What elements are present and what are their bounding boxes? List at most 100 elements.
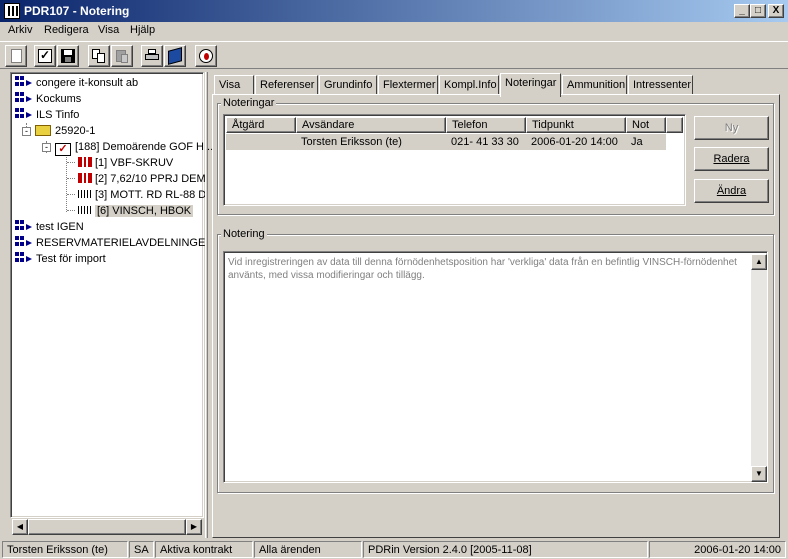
tree-item[interactable]: [1] VBF-SKRUV [67, 156, 173, 170]
cell-tidpunkt: 2006-01-20 14:00 [531, 136, 618, 148]
tree-item[interactable]: ✓ [188] Demoärende GOF H... [55, 140, 213, 156]
maximize-button[interactable]: □ [750, 4, 766, 18]
checklist-button[interactable]: ✓ [34, 45, 56, 67]
note-text: Vid inregistreringen av data till denna … [228, 257, 737, 281]
new-document-button[interactable] [5, 45, 27, 67]
tab-referenser[interactable]: Referenser [255, 75, 318, 95]
delete-note-button[interactable]: Radera [694, 147, 769, 171]
paste-button[interactable] [111, 45, 133, 67]
status-contracts: Aktiva kontrakt [155, 541, 253, 558]
scroll-right-icon[interactable]: ▶ [186, 519, 202, 535]
cell-avsandare: Torsten Eriksson (te) [301, 136, 402, 148]
checklist-icon: ✓ [38, 48, 52, 63]
tree-item-label: Kockums [36, 93, 82, 105]
app-icon[interactable] [4, 3, 20, 19]
menu-arkiv[interactable]: Arkiv [8, 24, 32, 36]
tree-view[interactable]: congere it-konsult ab Kockums ILS Tinfo … [10, 72, 213, 518]
new-document-icon [11, 49, 22, 63]
column-header-atgard[interactable]: Åtgärd [226, 117, 296, 133]
menu-visa[interactable]: Visa [98, 24, 119, 36]
window-title: PDR107 - Notering [24, 4, 130, 18]
tree-horizontal-scrollbar[interactable]: ◀ ▶ [12, 519, 202, 535]
scroll-up-icon[interactable]: ▲ [751, 254, 767, 270]
paste-icon [115, 49, 129, 63]
tree-item-label: test IGEN [36, 221, 84, 233]
tree-item[interactable]: [2] 7,62/10 PPRJ DEM [67, 172, 206, 186]
red-part-icon [78, 173, 92, 183]
scroll-thumb[interactable] [28, 519, 186, 535]
tab-noteringar[interactable]: Noteringar [500, 73, 561, 97]
tree-item-label: ILS Tinfo [36, 109, 80, 121]
new-note-button[interactable]: Ny [694, 116, 769, 140]
splitter[interactable] [205, 72, 208, 538]
minimize-button[interactable]: _ [734, 4, 750, 18]
tree-item[interactable]: congere it-konsult ab [15, 76, 138, 90]
notes-list[interactable]: Åtgärd Avsändare Telefon Tidpunkt Not To… [223, 114, 686, 206]
column-header-tidpunkt[interactable]: Tidpunkt [526, 117, 626, 133]
notering-legend: Notering [221, 228, 267, 240]
cell-telefon: 021- 41 33 30 [451, 136, 519, 148]
tree-item-label: [2] 7,62/10 PPRJ DEM [95, 173, 206, 185]
save-button[interactable] [57, 45, 79, 67]
tree-item-label: 25920-1 [55, 125, 96, 137]
collapse-toggle[interactable]: - [22, 127, 31, 136]
organization-icon [15, 220, 33, 232]
noteringar-legend: Noteringar [221, 97, 277, 109]
save-icon [61, 49, 75, 63]
tab-flextermer[interactable]: Flextermer [378, 75, 438, 95]
note-vertical-scrollbar[interactable]: ▲ ▼ [751, 254, 767, 482]
tree-item-label: RESERVMATERIELAVDELNINGE [36, 237, 206, 249]
tree-item[interactable]: RESERVMATERIELAVDELNINGE [15, 236, 205, 250]
tree-line [67, 210, 75, 211]
info-globe-icon [199, 49, 213, 63]
tree-item[interactable]: [6] VINSCH, HBOK [67, 204, 194, 218]
organization-icon [15, 108, 33, 120]
book-icon [168, 47, 182, 65]
tree-item[interactable]: ILS Tinfo [15, 108, 79, 122]
tree-item[interactable]: 25920-1 [35, 124, 95, 138]
tree-line [67, 178, 75, 179]
close-button[interactable]: X [768, 4, 784, 18]
book-button[interactable] [164, 45, 186, 67]
menu-hjalp[interactable]: Hjälp [130, 24, 155, 36]
info-button[interactable] [195, 45, 217, 67]
tree-item[interactable]: Test för import [15, 252, 106, 266]
cell-atgard [226, 134, 296, 150]
tree-item[interactable]: test IGEN [15, 220, 84, 234]
column-header-filler [666, 117, 683, 133]
copy-button[interactable] [88, 45, 110, 67]
status-user: Torsten Eriksson (te) [2, 541, 128, 558]
tree-item[interactable]: Kockums [15, 92, 81, 106]
print-icon [145, 49, 159, 63]
column-header-telefon[interactable]: Telefon [446, 117, 526, 133]
status-initials: SA [129, 541, 154, 558]
column-header-not[interactable]: Not [626, 117, 666, 133]
tab-kompl-info[interactable]: Kompl.Info [439, 75, 499, 95]
menu-redigera[interactable]: Redigera [44, 24, 89, 36]
status-bar: Torsten Eriksson (te) SA Aktiva kontrakt… [0, 539, 788, 559]
tab-visa[interactable]: Visa [214, 75, 254, 95]
scroll-left-icon[interactable]: ◀ [12, 519, 28, 535]
scroll-down-icon[interactable]: ▼ [751, 466, 767, 482]
tab-intressenter[interactable]: Intressenter [628, 75, 693, 95]
tree-item-label: [1] VBF-SKRUV [95, 157, 174, 169]
edit-note-button[interactable]: Ändra [694, 179, 769, 203]
tree-item-label: [6] VINSCH, HBOK [95, 205, 194, 217]
toolbar: ✓ [0, 41, 788, 69]
tree-item[interactable]: [3] MOTT. RD RL-88 D [67, 188, 206, 202]
organization-icon [15, 76, 33, 88]
tab-ammunition[interactable]: Ammunition [562, 75, 627, 95]
tree-item-label: congere it-konsult ab [36, 77, 139, 89]
column-header-avsandare[interactable]: Avsändare [296, 117, 446, 133]
tree-line [67, 162, 75, 163]
cell-not: Ja [631, 136, 643, 148]
case-check-icon: ✓ [55, 143, 71, 156]
red-part-icon [78, 157, 92, 167]
note-textarea[interactable]: Vid inregistreringen av data till denna … [223, 251, 768, 483]
collapse-toggle[interactable]: - [42, 143, 51, 152]
tab-grundinfo[interactable]: Grundinfo [319, 75, 377, 95]
print-button[interactable] [141, 45, 163, 67]
status-cases: Alla ärenden [254, 541, 362, 558]
menu-bar: Arkiv Redigera Visa Hjälp [0, 22, 788, 40]
status-version: PDRin Version 2.4.0 [2005-11-08] [363, 541, 648, 558]
